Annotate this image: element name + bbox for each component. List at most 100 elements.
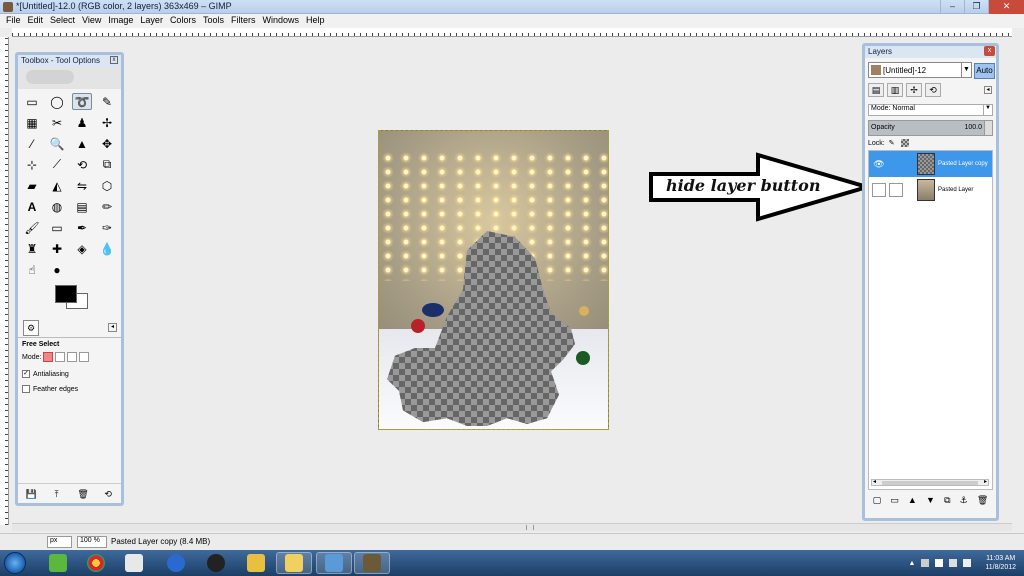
measure-icon[interactable]: ▲ <box>72 135 92 152</box>
menu-filters[interactable]: Filters <box>229 14 261 28</box>
paths-icon[interactable]: ✢ <box>97 114 117 131</box>
hide-layer-toggle[interactable] <box>872 183 886 197</box>
new-layer-icon[interactable]: ▢ <box>873 495 882 506</box>
auto-button[interactable]: Auto <box>974 63 995 79</box>
taskbar-app[interactable] <box>158 552 194 574</box>
lock-pixels-icon[interactable]: ✎ <box>889 139 897 147</box>
antialiasing-checkbox[interactable]: ✓ <box>22 370 30 378</box>
layer-name[interactable]: Pasted Layer copy <box>938 161 988 167</box>
layer-list-scrollbar[interactable]: ◂ ▸ <box>871 479 989 486</box>
channels-tab-icon[interactable]: ▥ <box>887 83 903 97</box>
undo-tab-icon[interactable]: ⟲ <box>925 83 941 97</box>
taskbar-app[interactable] <box>316 552 352 574</box>
network-icon[interactable] <box>921 559 930 567</box>
new-layer-group-icon[interactable]: ▭ <box>890 495 899 506</box>
foreground-select-icon[interactable]: ♟ <box>72 114 92 131</box>
dodge-burn-icon[interactable]: ● <box>47 261 67 278</box>
power-icon[interactable] <box>949 559 958 567</box>
scroll-thumb[interactable] <box>882 481 978 485</box>
scissors-icon[interactable]: ✂ <box>47 114 67 131</box>
taskbar-app[interactable] <box>116 552 152 574</box>
save-options-icon[interactable]: 💾 <box>26 489 37 499</box>
bucket-fill-icon[interactable]: ◍ <box>47 198 67 215</box>
menu-view[interactable]: View <box>80 14 106 28</box>
minimize-button[interactable]: – <box>940 0 964 14</box>
eye-icon[interactable]: 👁 <box>872 157 886 171</box>
taskbar-app[interactable] <box>276 552 312 574</box>
smudge-icon[interactable]: ☝ <box>22 261 42 278</box>
scroll-left-icon[interactable]: ◂ <box>873 479 876 485</box>
layer-name[interactable]: Pasted Layer <box>938 187 973 193</box>
clock[interactable]: 11:03 AM 11/8/2012 <box>985 554 1016 572</box>
maximize-button[interactable]: ❐ <box>964 0 988 14</box>
menu-layer[interactable]: Layer <box>138 14 168 28</box>
layers-tab-icon[interactable]: ▤ <box>868 83 884 97</box>
start-button[interactable] <box>4 552 26 574</box>
heal-icon[interactable]: ✚ <box>47 240 67 257</box>
layer-mode-select[interactable]: Mode: Normal ▼ <box>868 104 993 116</box>
mode-add-button[interactable] <box>55 352 66 362</box>
foreground-color-swatch[interactable] <box>55 285 77 303</box>
delete-options-icon[interactable]: 🗑 <box>77 489 88 499</box>
close-button[interactable]: ✕ <box>988 0 1024 14</box>
taskbar-app-gimp[interactable] <box>354 552 390 574</box>
volume-icon[interactable] <box>963 559 972 567</box>
menu-image[interactable]: Image <box>106 14 138 28</box>
menu-file[interactable]: File <box>4 14 26 28</box>
taskbar-app[interactable] <box>78 552 114 574</box>
opacity-spinner[interactable] <box>984 121 992 135</box>
menu-colors[interactable]: Colors <box>168 14 201 28</box>
chain-toggle[interactable] <box>889 183 903 197</box>
menu-windows[interactable]: Windows <box>260 14 304 28</box>
chain-toggle[interactable] <box>889 157 903 171</box>
menu-select[interactable]: Select <box>48 14 80 28</box>
vertical-ruler[interactable] <box>0 37 9 525</box>
blend-icon[interactable]: ▤ <box>72 198 92 215</box>
paths-tab-icon[interactable]: ✢ <box>906 83 922 97</box>
lock-alpha-icon[interactable] <box>900 139 909 147</box>
mode-intersect-button[interactable] <box>79 352 90 362</box>
tab-menu-icon[interactable]: ◂ <box>108 323 117 332</box>
image-canvas[interactable] <box>378 130 609 430</box>
scroll-right-icon[interactable]: ▸ <box>984 479 987 485</box>
lower-layer-icon[interactable]: ▼ <box>926 495 935 506</box>
menu-tools[interactable]: Tools <box>201 14 229 28</box>
tool-options-tab-icon[interactable]: ⚙ <box>23 320 39 336</box>
opacity-slider[interactable]: Opacity 100.0 <box>868 120 993 136</box>
rotate-icon[interactable]: ⟲ <box>72 156 92 173</box>
fuzzy-select-icon[interactable]: ✎ <box>97 93 117 110</box>
reset-options-icon[interactable]: ⟲ <box>103 489 113 499</box>
canvas-horizontal-scrollbar[interactable] <box>12 523 1012 531</box>
flag-icon[interactable] <box>935 559 944 567</box>
restore-options-icon[interactable]: ⤒ <box>52 489 62 499</box>
align-icon[interactable]: ⊹ <box>22 156 42 173</box>
ink-icon[interactable]: ✑ <box>97 219 117 236</box>
shear-icon[interactable]: ▰ <box>22 177 42 194</box>
horizontal-ruler[interactable] <box>12 28 1012 37</box>
taskbar-app[interactable] <box>198 552 234 574</box>
mode-subtract-button[interactable] <box>67 352 78 362</box>
color-select-icon[interactable]: ▦ <box>22 114 42 131</box>
perspective-clone-icon[interactable]: ◈ <box>72 240 92 257</box>
eraser-icon[interactable]: ▭ <box>47 219 67 236</box>
menu-edit[interactable]: Edit <box>26 14 49 28</box>
flip-icon[interactable]: ⇋ <box>72 177 92 194</box>
menu-help[interactable]: Help <box>304 14 330 28</box>
toolbox-close-icon[interactable]: x <box>110 56 118 64</box>
zoom-icon[interactable]: 🔍 <box>47 135 67 152</box>
feather-edges-checkbox[interactable] <box>22 385 30 393</box>
color-picker-icon[interactable]: ⁄ <box>22 135 42 152</box>
chevron-down-icon[interactable]: ▼ <box>983 105 992 115</box>
layer-row[interactable]: Pasted Layer <box>869 177 992 203</box>
blur-icon[interactable]: 💧 <box>97 240 117 257</box>
pencil-icon[interactable]: ✏ <box>97 198 117 215</box>
cage-icon[interactable]: ⬡ <box>97 177 117 194</box>
scroll-grip[interactable] <box>526 525 534 530</box>
paintbrush-icon[interactable]: 🖌 <box>22 219 42 236</box>
move-icon[interactable]: ✥ <box>97 135 117 152</box>
duplicate-layer-icon[interactable]: ⧉ <box>944 495 950 506</box>
taskbar-app[interactable] <box>40 552 76 574</box>
image-selector[interactable]: [Untitled]-12 ▼ <box>868 62 972 78</box>
unit-select[interactable]: px <box>47 536 72 548</box>
taskbar-app[interactable] <box>238 552 274 574</box>
